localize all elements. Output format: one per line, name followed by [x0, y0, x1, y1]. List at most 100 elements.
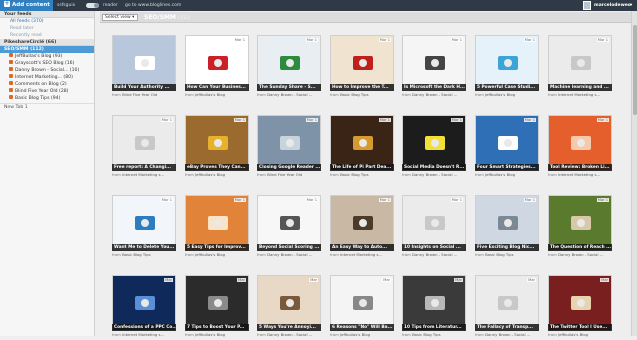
article-thumbnail[interactable]: Mar: [185, 275, 249, 331]
article-card[interactable]: Mar 1 How Can Your Busines... from Jeffbul…: [185, 35, 249, 100]
article-thumbnail[interactable]: Mar 1: [112, 115, 176, 171]
article-thumbnail[interactable]: Mar 1: [548, 35, 612, 91]
article-thumbnail[interactable]: Mar 1: [548, 115, 612, 171]
article-title[interactable]: Machine learning and ...: [548, 84, 612, 91]
folder-seo-smm[interactable]: SEO/SMM (112): [0, 46, 94, 53]
article-card[interactable]: Mar 1 The Life of Pi Part Dea... from Basi…: [330, 115, 394, 180]
article-thumbnail[interactable]: Mar 1: [475, 35, 539, 91]
article-card[interactable]: Mar 10 Tips from Literatur... from Basic B…: [402, 275, 466, 340]
article-card[interactable]: Mar 1 The Sunday Share - S... from Danny B…: [257, 35, 321, 100]
article-thumbnail[interactable]: [112, 35, 176, 91]
folder-pikeshare[interactable]: PikeshareCirclé (66): [0, 39, 94, 46]
article-title[interactable]: The Twitter Tool I Use...: [548, 324, 612, 331]
article-thumbnail[interactable]: Mar 1: [185, 195, 249, 251]
article-thumbnail[interactable]: Mar 1: [402, 195, 466, 251]
article-title[interactable]: 5 Easy Tips for Improv...: [185, 244, 249, 251]
article-card[interactable]: Mar The Twitter Tool I Use... from Jeffbul…: [548, 275, 612, 340]
article-title[interactable]: 5 Powerful Case Studi...: [475, 84, 539, 91]
article-card[interactable]: Mar 1 Closing Google Reader ... from Blind…: [257, 115, 321, 180]
article-title[interactable]: How Can Your Busines...: [185, 84, 249, 91]
article-card[interactable]: Mar 1 5 Powerful Case Studi... from Jeffbu…: [475, 35, 539, 100]
article-title[interactable]: How to Improve the T...: [330, 84, 394, 91]
article-thumbnail[interactable]: Mar 1: [257, 115, 321, 171]
article-title[interactable]: The Fallacy of Transp...: [475, 324, 539, 331]
article-card[interactable]: Mar 1 Beyond Social Scoring ... from Danny…: [257, 195, 321, 260]
article-thumbnail[interactable]: Mar: [475, 275, 539, 331]
article-thumbnail[interactable]: Mar 1: [257, 35, 321, 91]
feed-item[interactable]: Blind Five Year Old (28): [0, 88, 94, 95]
article-thumbnail[interactable]: Mar 1: [402, 35, 466, 91]
scrollbar[interactable]: [631, 11, 637, 336]
article-title[interactable]: Build Your Authority ...: [112, 84, 176, 91]
feed-item[interactable]: Danny Brown - Social... (10): [0, 67, 94, 74]
feed-item[interactable]: Internet Marketing... (80): [0, 74, 94, 81]
user-name[interactable]: marcelodeweo: [594, 0, 631, 11]
article-card[interactable]: Build Your Authority ... from Blind Five …: [112, 35, 176, 100]
sidebar-link-recently-read[interactable]: Recently read: [0, 32, 94, 39]
article-title[interactable]: 7 Tips to Boost Your P...: [185, 324, 249, 331]
article-thumbnail[interactable]: Mar 1: [185, 115, 249, 171]
article-thumbnail[interactable]: Mar 1: [330, 115, 394, 171]
select-view-dropdown[interactable]: Select view ▾: [102, 14, 138, 21]
feed-item[interactable]: Comments on Blog (2): [0, 81, 94, 88]
article-thumbnail[interactable]: Mar 1: [185, 35, 249, 91]
article-title[interactable]: An Easy Way to Auto...: [330, 244, 394, 251]
article-title[interactable]: Tool Review: Broken Li...: [548, 164, 612, 171]
article-card[interactable]: Mar 1 eBay Proves They Can... from Jeffbul…: [185, 115, 249, 180]
article-title[interactable]: 10 Insights on Social ...: [402, 244, 466, 251]
article-card[interactable]: Mar Confessions of a PPC Co... from Intern…: [112, 275, 176, 340]
article-card[interactable]: Mar 1 Four Smart Strategies... from Jeffbu…: [475, 115, 539, 180]
article-card[interactable]: Mar 1 An Easy Way to Auto... from Internet…: [330, 195, 394, 260]
article-thumbnail[interactable]: Mar 1: [112, 195, 176, 251]
article-card[interactable]: Mar 1 How to Improve the T... from Basic B…: [330, 35, 394, 100]
reader-toggle[interactable]: [86, 3, 99, 8]
article-title[interactable]: The Sunday Share - S...: [257, 84, 321, 91]
article-title[interactable]: Four Smart Strategies...: [475, 164, 539, 171]
article-title[interactable]: The Life of Pi Part Dea...: [330, 164, 394, 171]
article-title[interactable]: 10 Tips from Literatur...: [402, 324, 466, 331]
article-card[interactable]: Mar 1 Free report: A Changi... from Intern…: [112, 115, 176, 180]
article-title[interactable]: Social Media Doesn't R...: [402, 164, 466, 171]
new-tab[interactable]: New Tab 1: [0, 103, 94, 110]
article-thumbnail[interactable]: Mar 1: [402, 115, 466, 171]
article-card[interactable]: Mar 1 Tool Review: Broken Li... from Inter…: [548, 115, 612, 180]
article-card[interactable]: Mar 1 Is Microsoft the Dark H... from Dann…: [402, 35, 466, 100]
article-thumbnail[interactable]: Mar 1: [330, 195, 394, 251]
feed-item[interactable]: Basic Blog Tips (94): [0, 95, 94, 102]
article-card[interactable]: Mar 7 Tips to Boost Your P... from Jeffbul…: [185, 275, 249, 340]
sidebar-link-read-later[interactable]: Read later: [0, 25, 94, 32]
article-thumbnail[interactable]: Mar: [402, 275, 466, 331]
avatar[interactable]: [583, 1, 591, 10]
article-title[interactable]: Confessions of a PPC Co...: [112, 324, 176, 331]
article-card[interactable]: Mar 1 5 Easy Tips for Improv... from Jeffb…: [185, 195, 249, 260]
article-card[interactable]: Mar The Fallacy of Transp... from Danny Br…: [475, 275, 539, 340]
article-thumbnail[interactable]: Mar: [548, 275, 612, 331]
article-thumbnail[interactable]: Mar: [257, 275, 321, 331]
article-card[interactable]: Mar 1 The Question of Reach ... from Danny…: [548, 195, 612, 260]
article-card[interactable]: Mar 1 Want Me to Delete You... from Basic …: [112, 195, 176, 260]
article-thumbnail[interactable]: Mar 1: [475, 195, 539, 251]
article-card[interactable]: Mar 1 Machine learning and ... from Intern…: [548, 35, 612, 100]
article-thumbnail[interactable]: Mar 1: [548, 195, 612, 251]
article-thumbnail[interactable]: Mar 1: [257, 195, 321, 251]
article-title[interactable]: Want Me to Delete You...: [112, 244, 176, 251]
article-card[interactable]: Mar 1 10 Insights on Social ... from Danny…: [402, 195, 466, 260]
article-card[interactable]: Mar 1 Social Media Doesn't R... from Danny…: [402, 115, 466, 180]
article-card[interactable]: Mar 5 Ways You're Annoyi... from Danny Bro…: [257, 275, 321, 340]
article-title[interactable]: eBay Proves They Can...: [185, 164, 249, 171]
article-title[interactable]: 5 Ways You're Annoyi...: [257, 324, 321, 331]
article-thumbnail[interactable]: Mar: [112, 275, 176, 331]
user-menu-caret[interactable]: ▾: [630, 0, 632, 11]
scrollbar-thumb[interactable]: [633, 25, 637, 115]
article-card[interactable]: Mar 6 Reasons "No" Will Ba... from Jeffbul…: [330, 275, 394, 340]
article-title[interactable]: Five Exciting Blog Nic...: [475, 244, 539, 251]
article-thumbnail[interactable]: Mar 1: [475, 115, 539, 171]
article-title[interactable]: Free report: A Changi...: [112, 164, 176, 171]
feed-item[interactable]: Grayscott's SEO Blog (16): [0, 60, 94, 67]
sidebar-link-all-feeds[interactable]: All feeds (370): [0, 18, 94, 25]
article-title[interactable]: 6 Reasons "No" Will Ba...: [330, 324, 394, 331]
feed-item[interactable]: JeffBullas's Blog (93): [0, 53, 94, 60]
article-title[interactable]: The Question of Reach ...: [548, 244, 612, 251]
article-title[interactable]: Beyond Social Scoring ...: [257, 244, 321, 251]
article-title[interactable]: Closing Google Reader ...: [257, 164, 321, 171]
